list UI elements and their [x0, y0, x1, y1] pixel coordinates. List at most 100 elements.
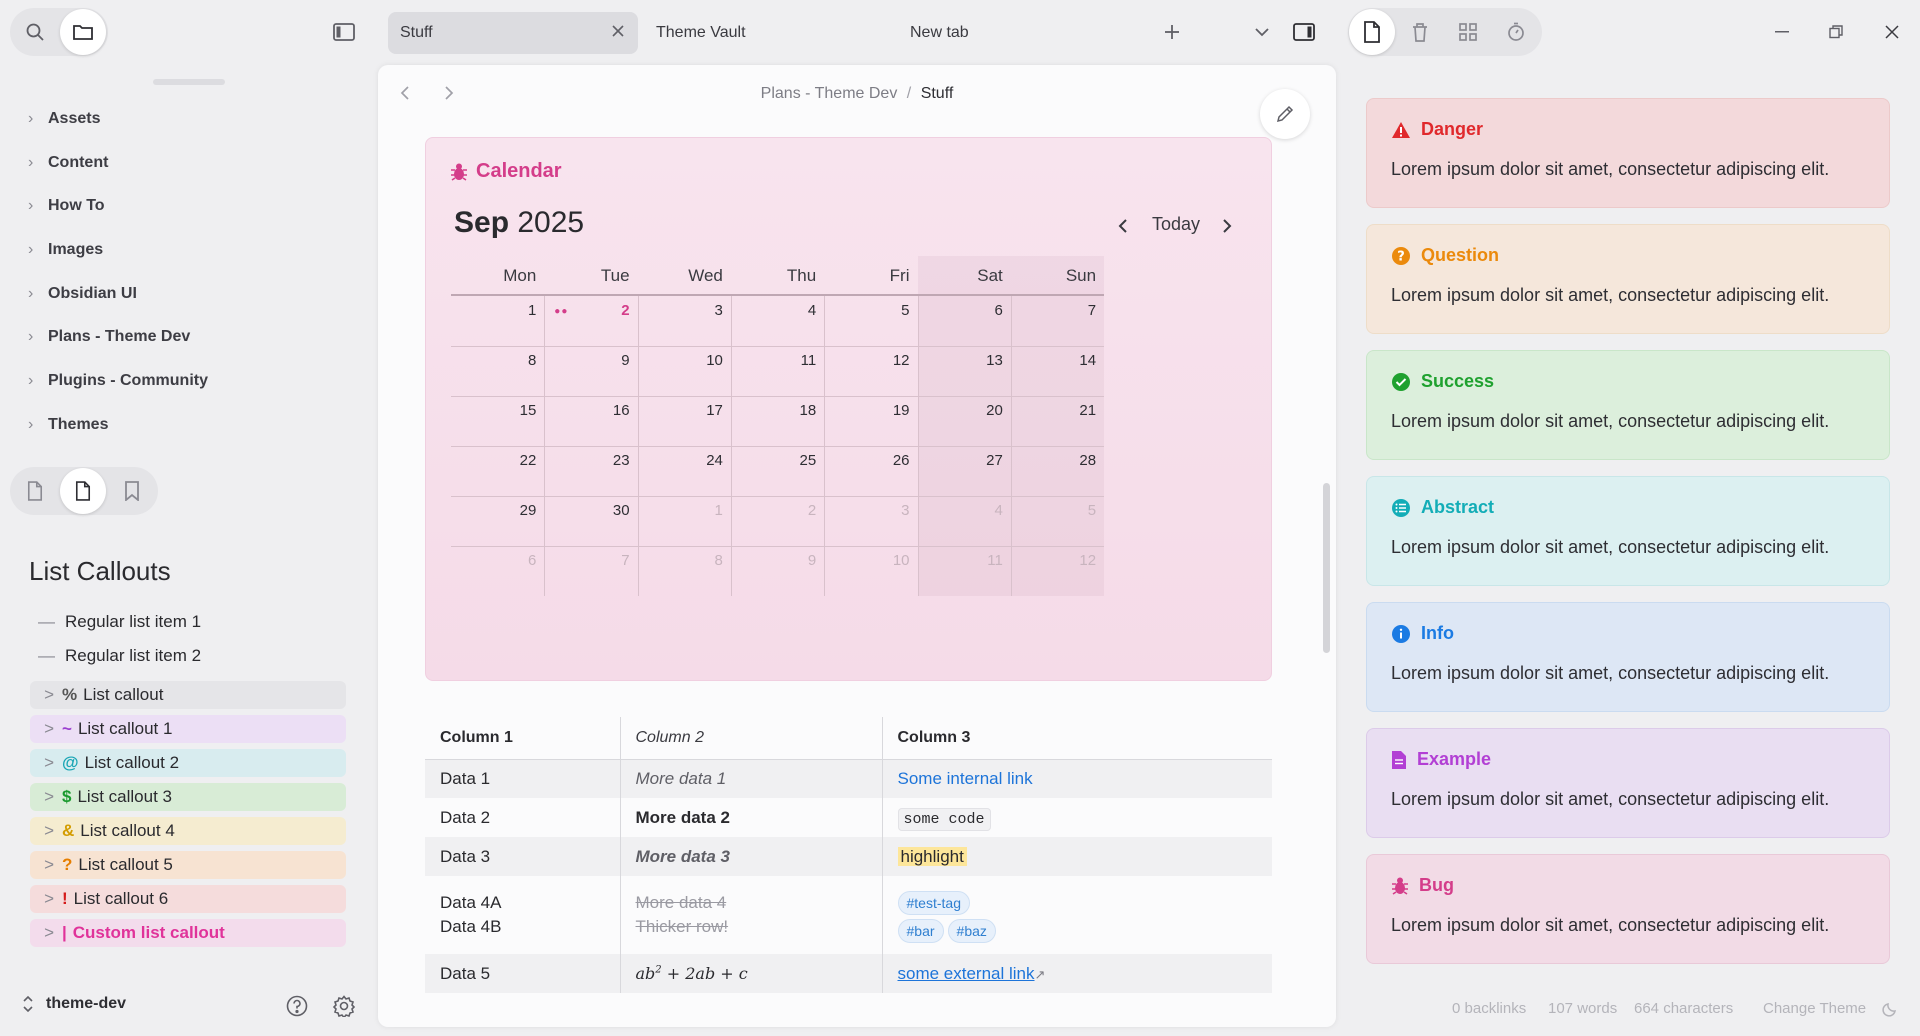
calendar-day[interactable]: 1: [693, 502, 723, 519]
calendar-day[interactable]: 3: [880, 502, 909, 519]
calendar-day[interactable]: 10: [693, 352, 723, 369]
calendar-day[interactable]: 23: [600, 452, 630, 469]
callout-title[interactable]: Danger: [1391, 119, 1483, 140]
folder-themes[interactable]: › Themes: [28, 416, 108, 434]
calendar-day[interactable]: 16: [600, 402, 630, 419]
calendar-day[interactable]: 8: [506, 352, 536, 369]
tab-new-tab[interactable]: New tab: [898, 12, 1138, 54]
collapse-indicator[interactable]: >: [30, 685, 54, 705]
folder-obsidian-ui[interactable]: › Obsidian UI: [28, 285, 137, 303]
list-callout-item[interactable]: > @ List callout 2: [30, 749, 346, 777]
calendar-day[interactable]: 2: [600, 302, 629, 319]
breadcrumb-parent[interactable]: Plans - Theme Dev: [761, 85, 898, 102]
close-icon[interactable]: [610, 23, 626, 39]
calendar-day[interactable]: 9: [600, 352, 629, 369]
outline-view-button[interactable]: [1349, 9, 1395, 55]
calendar-day[interactable]: 4: [973, 502, 1002, 519]
backlinks-count[interactable]: 0 backlinks: [1452, 1000, 1526, 1017]
pane-tab-bookmarks[interactable]: [108, 467, 156, 515]
calendar-day[interactable]: 10: [880, 552, 910, 569]
calendar-day[interactable]: 24: [693, 452, 723, 469]
list-callout-item[interactable]: > $ List callout 3: [30, 783, 346, 811]
pane-tab-file[interactable]: [11, 467, 59, 515]
list-callout-item[interactable]: > | Custom list callout: [30, 919, 346, 947]
list-callout-item[interactable]: > ~ List callout 1: [30, 715, 346, 743]
calendar-day[interactable]: 6: [973, 302, 1002, 319]
calendar-day[interactable]: 20: [973, 402, 1003, 419]
folder-plans-theme-dev[interactable]: › Plans - Theme Dev: [28, 328, 190, 346]
timer-view-button[interactable]: [1492, 8, 1540, 56]
calendar-day[interactable]: 7: [1066, 302, 1096, 319]
drag-handle[interactable]: [153, 79, 225, 85]
callout-title[interactable]: Example: [1391, 749, 1491, 770]
calendar-day[interactable]: 17: [693, 402, 723, 419]
toggle-right-sidebar-button[interactable]: [1280, 8, 1328, 56]
calendar-day[interactable]: 12: [1066, 552, 1096, 569]
settings-button[interactable]: [320, 982, 368, 1030]
calendar-day[interactable]: 26: [880, 452, 910, 469]
next-month-button[interactable]: [1222, 218, 1232, 234]
change-theme-button[interactable]: Change Theme: [1763, 1000, 1866, 1017]
calendar-day[interactable]: 21: [1066, 402, 1096, 419]
files-button[interactable]: [60, 9, 106, 55]
moon-icon[interactable]: [1882, 1001, 1898, 1017]
tab-stuff[interactable]: Stuff: [388, 12, 638, 54]
calendar-day[interactable]: 25: [786, 452, 817, 469]
collapse-indicator[interactable]: >: [30, 889, 54, 909]
calendar-day[interactable]: 14: [1066, 352, 1096, 369]
tag[interactable]: #test-tag: [897, 891, 970, 915]
calendar-day[interactable]: 30: [600, 502, 630, 519]
collapse-indicator[interactable]: >: [30, 923, 54, 943]
calendar-day[interactable]: 11: [973, 552, 1003, 569]
calendar-day[interactable]: 5: [1066, 502, 1096, 519]
calendar-day[interactable]: 27: [973, 452, 1003, 469]
callout-title[interactable]: Success: [1391, 371, 1494, 392]
minimize-button[interactable]: [1760, 8, 1804, 56]
pane-tab-file-active[interactable]: [60, 468, 106, 514]
grid-view-button[interactable]: [1444, 8, 1492, 56]
vault-switcher[interactable]: theme-dev: [22, 995, 126, 1013]
calendar-day[interactable]: 7: [600, 552, 629, 569]
scrollbar-thumb[interactable]: [1323, 483, 1330, 653]
edit-mode-button[interactable]: [1260, 89, 1310, 139]
calendar-day[interactable]: 6: [506, 552, 536, 569]
collapse-indicator[interactable]: >: [30, 787, 54, 807]
calendar-day[interactable]: 3: [693, 302, 723, 319]
tag[interactable]: #bar: [897, 919, 944, 943]
calendar-day[interactable]: 12: [880, 352, 910, 369]
collapse-indicator[interactable]: >: [30, 753, 54, 773]
calendar-day[interactable]: 22: [506, 452, 537, 469]
close-window-button[interactable]: [1870, 8, 1914, 56]
search-button[interactable]: [11, 8, 59, 56]
collapse-indicator[interactable]: >: [30, 719, 54, 739]
calendar-day[interactable]: 5: [880, 302, 909, 319]
calendar-day[interactable]: 11: [786, 352, 817, 369]
new-tab-button[interactable]: [1148, 8, 1196, 56]
folder-images[interactable]: › Images: [28, 241, 103, 259]
calendar-day[interactable]: 4: [786, 302, 816, 319]
calendar-day[interactable]: 15: [506, 402, 537, 419]
tab-list-button[interactable]: [1238, 8, 1286, 56]
folder-content[interactable]: › Content: [28, 154, 108, 172]
calendar-day[interactable]: 28: [1066, 452, 1096, 469]
callout-title[interactable]: Abstract: [1391, 497, 1494, 518]
callout-title[interactable]: ? Question: [1391, 245, 1499, 266]
today-button[interactable]: Today: [1152, 214, 1200, 235]
list-callout-item[interactable]: >% List callout: [30, 681, 346, 709]
calendar-day[interactable]: 29: [506, 502, 537, 519]
list-callout-item[interactable]: >! List callout 6: [30, 885, 346, 913]
callout-title[interactable]: Bug: [1391, 875, 1454, 896]
calendar-day[interactable]: 1: [506, 302, 536, 319]
folder-plugins-community[interactable]: › Plugins - Community: [28, 372, 208, 390]
calendar-day[interactable]: 2: [786, 502, 816, 519]
restore-button[interactable]: [1814, 8, 1858, 56]
calendar-day[interactable]: 13: [973, 352, 1003, 369]
toggle-left-sidebar-button[interactable]: [320, 8, 368, 56]
tag[interactable]: #baz: [947, 919, 996, 943]
trash-view-button[interactable]: [1396, 8, 1444, 56]
calendar-day[interactable]: 18: [786, 402, 817, 419]
tab-theme-vault[interactable]: Theme Vault: [644, 12, 884, 54]
callout-title[interactable]: Info: [1391, 623, 1454, 644]
prev-month-button[interactable]: [1118, 218, 1128, 234]
collapse-indicator[interactable]: >: [30, 821, 54, 841]
